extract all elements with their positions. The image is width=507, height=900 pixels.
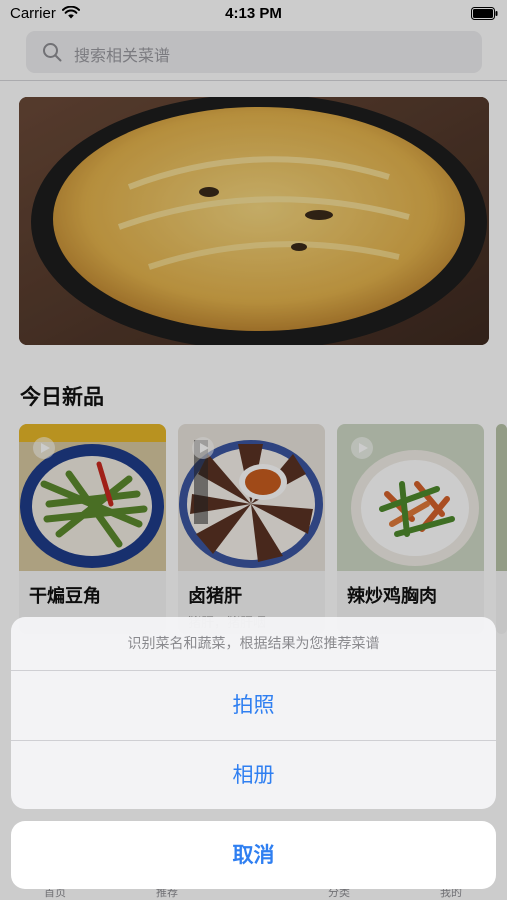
action-sheet: 识别菜名和蔬菜，根据结果为您推荐菜谱 拍照 相册: [11, 617, 496, 809]
photo-album-button[interactable]: 相册: [11, 741, 496, 809]
action-sheet-message: 识别菜名和蔬菜，根据结果为您推荐菜谱: [127, 636, 380, 652]
cancel-button[interactable]: 取消: [11, 821, 496, 889]
take-photo-button[interactable]: 拍照: [11, 671, 496, 739]
